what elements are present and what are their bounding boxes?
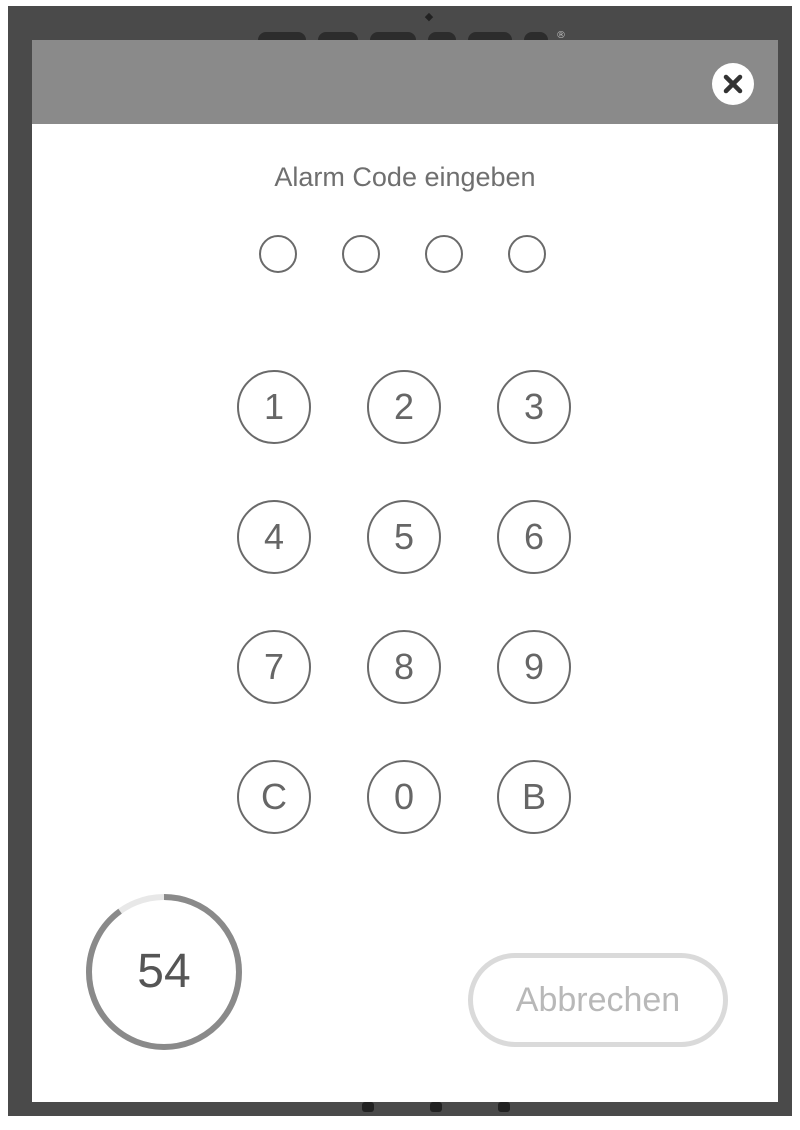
key-0[interactable]: 0: [367, 760, 441, 834]
countdown-value: 54: [137, 945, 191, 998]
cancel-button[interactable]: Abbrechen: [468, 953, 728, 1047]
close-button[interactable]: [712, 63, 754, 105]
pin-indicator: [259, 235, 559, 279]
alarm-code-dialog: Alarm Code eingeben 1 2 3 4 5 6 7 8 9 C …: [32, 40, 778, 1102]
background-logo-mark-icon: ◆: [424, 10, 434, 23]
key-8[interactable]: 8: [367, 630, 441, 704]
background-app: ◆ ® Alarm Code eingeben 1 2 3 4 5 6 7 8 …: [8, 6, 792, 1116]
dialog-header: [32, 40, 778, 124]
key-5[interactable]: 5: [367, 500, 441, 574]
pin-dot: [425, 235, 463, 273]
key-6[interactable]: 6: [497, 500, 571, 574]
key-3[interactable]: 3: [497, 370, 571, 444]
close-icon: [723, 74, 743, 94]
key-7[interactable]: 7: [237, 630, 311, 704]
pin-dot: [508, 235, 546, 273]
background-bottom-content: [348, 1102, 528, 1116]
key-2[interactable]: 2: [367, 370, 441, 444]
pin-dot: [342, 235, 380, 273]
key-4[interactable]: 4: [237, 500, 311, 574]
keypad: 1 2 3 4 5 6 7 8 9 C 0 B: [237, 370, 587, 880]
dialog-prompt: Alarm Code eingeben: [274, 162, 536, 192]
key-backspace[interactable]: B: [497, 760, 571, 834]
key-1[interactable]: 1: [237, 370, 311, 444]
key-clear[interactable]: C: [237, 760, 311, 834]
pin-dot: [259, 235, 297, 273]
key-9[interactable]: 9: [497, 630, 571, 704]
countdown-timer: 54: [82, 890, 246, 1054]
